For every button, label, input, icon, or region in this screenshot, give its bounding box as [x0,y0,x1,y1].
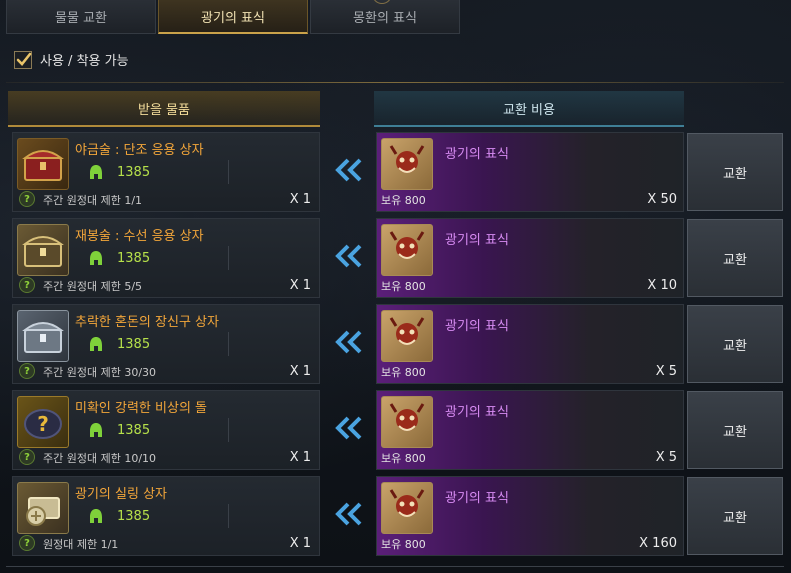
price-value: 1385 [117,508,151,524]
exchange-button[interactable]: 교환 [687,391,783,469]
owned-count: 보유 800 [381,366,426,379]
reward-item[interactable]: ? 미확인 강력한 비상의 돌 1385 ? 주간 원정대 제한 10/10 X… [12,390,320,470]
price-value: 1385 [117,164,151,180]
madness-mark-icon [381,224,433,276]
helmet-currency-icon [90,509,102,523]
reward-quantity: X 1 [289,450,311,465]
reward-item[interactable]: 재봉술 : 수선 응용 상자 1385 ? 주간 원정대 제한 5/5 X 1 [12,218,320,298]
reward-quantity: X 1 [289,536,311,551]
cost-name: 광기의 표식 [445,491,509,506]
usable-checkbox[interactable] [14,50,32,69]
cost-quantity: X 50 [647,192,677,207]
receive-header: 받을 물품 [8,91,320,127]
cost-name: 광기의 표식 [445,147,509,162]
limit-text: 주간 원정대 제한 30/30 [43,366,157,379]
helmet-currency-icon [90,423,102,437]
reward-quantity: X 1 [289,364,311,379]
cost-name: 광기의 표식 [445,319,509,334]
exchange-button[interactable]: 교환 [687,477,783,555]
item-name: 미확인 강력한 비상의 돌 [75,401,207,416]
cost-name: 광기의 표식 [445,233,509,248]
item-name: 재봉술 : 수선 응용 상자 [75,229,204,244]
price: 1385 [79,504,229,528]
double-chevron-left-icon [335,416,362,440]
tab-bar: 물물 교환 광기의 표식 몽환의 표식 [6,0,462,34]
price: 1385 [79,160,229,184]
exchange-row: 추락한 혼돈의 장신구 상자 1385 ? 주간 원정대 제한 30/30 X … [0,304,791,386]
item-name: 광기의 실링 상자 [75,487,167,502]
gold-chest-icon [17,224,69,276]
exchange-button[interactable]: 교환 [687,133,783,211]
usable-filter-label: 사용 / 착용 가능 [40,54,129,69]
tab-dream-mark[interactable]: 몽환의 표식 [310,0,460,34]
limit-text: 주간 원정대 제한 10/10 [43,452,157,465]
madness-mark-icon [381,310,433,362]
double-chevron-left-icon [335,244,362,268]
mystery-stone-icon: ? [17,396,69,448]
helmet-currency-icon [90,337,102,351]
silver-chest-icon [17,310,69,362]
price: 1385 [79,332,229,356]
price: 1385 [79,246,229,270]
coin-chest-icon [17,482,69,534]
reward-item[interactable]: 추락한 혼돈의 장신구 상자 1385 ? 주간 원정대 제한 30/30 X … [12,304,320,384]
double-chevron-left-icon [335,502,362,526]
tab-madness-mark[interactable]: 광기의 표식 [158,0,308,34]
owned-count: 보유 800 [381,452,426,465]
reward-item[interactable]: 야금술 : 단조 응용 상자 1385 ? 주간 원정대 제한 1/1 X 1 [12,132,320,212]
help-icon[interactable]: ? [19,277,35,293]
limit-text: 주간 원정대 제한 1/1 [43,194,143,207]
cost-header: 교환 비용 [374,91,684,127]
exchange-button[interactable]: 교환 [687,305,783,383]
cost-item[interactable]: 광기의 표식 보유 800 X 160 [376,476,684,556]
owned-count: 보유 800 [381,194,426,207]
red-chest-icon [17,138,69,190]
tab-barter[interactable]: 물물 교환 [6,0,156,34]
cost-item[interactable]: 광기의 표식 보유 800 X 5 [376,390,684,470]
price: 1385 [79,418,229,442]
cost-quantity: X 5 [655,364,677,379]
exchange-button[interactable]: 교환 [687,219,783,297]
cost-name: 광기의 표식 [445,405,509,420]
madness-mark-icon [381,138,433,190]
cost-quantity: X 160 [639,536,677,551]
cost-quantity: X 10 [647,278,677,293]
check-icon [16,52,32,66]
owned-count: 보유 800 [381,280,426,293]
divider [6,82,784,83]
exchange-row: 재봉술 : 수선 응용 상자 1385 ? 주간 원정대 제한 5/5 X 1 [0,218,791,300]
double-chevron-left-icon [335,330,362,354]
cost-item[interactable]: 광기의 표식 보유 800 X 50 [376,132,684,212]
help-icon[interactable]: ? [19,191,35,207]
madness-mark-icon [381,482,433,534]
helmet-currency-icon [90,165,102,179]
reward-item[interactable]: 광기의 실링 상자 1385 ? 원정대 제한 1/1 X 1 [12,476,320,556]
exchange-row: 야금술 : 단조 응용 상자 1385 ? 주간 원정대 제한 1/1 X 1 [0,132,791,214]
helmet-currency-icon [90,251,102,265]
reward-quantity: X 1 [289,278,311,293]
limit-text: 원정대 제한 1/1 [43,538,119,551]
owned-count: 보유 800 [381,538,426,551]
price-value: 1385 [117,250,151,266]
usable-filter[interactable]: 사용 / 착용 가능 [14,50,129,69]
exchange-row: ? 미확인 강력한 비상의 돌 1385 ? 주간 원정대 제한 10/10 X… [0,390,791,472]
help-icon[interactable]: ? [19,363,35,379]
price-value: 1385 [117,336,151,352]
item-name: 야금술 : 단조 응용 상자 [75,143,204,158]
footer-divider [6,566,784,567]
reward-quantity: X 1 [289,192,311,207]
madness-mark-icon [381,396,433,448]
cost-item[interactable]: 광기의 표식 보유 800 X 5 [376,304,684,384]
exchange-row: 광기의 실링 상자 1385 ? 원정대 제한 1/1 X 1 광기의 표식 보… [0,476,791,558]
double-chevron-left-icon [335,158,362,182]
limit-text: 주간 원정대 제한 5/5 [43,280,143,293]
cost-quantity: X 5 [655,450,677,465]
item-name: 추락한 혼돈의 장신구 상자 [75,315,219,330]
help-icon[interactable]: ? [19,449,35,465]
help-icon[interactable]: ? [19,535,35,551]
cost-item[interactable]: 광기의 표식 보유 800 X 10 [376,218,684,298]
price-value: 1385 [117,422,151,438]
svg-text:?: ? [37,412,49,436]
